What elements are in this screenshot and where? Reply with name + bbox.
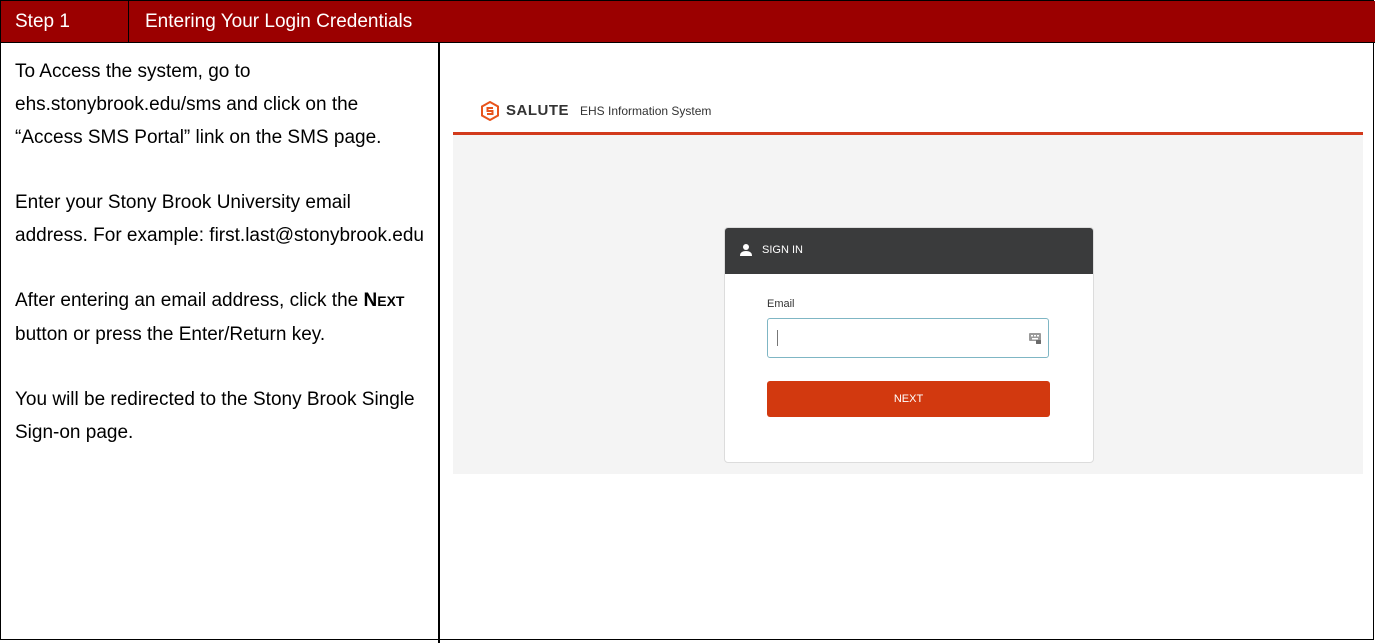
step-title: Entering Your Login Credentials: [145, 11, 413, 32]
signin-header: SIGN IN: [725, 228, 1093, 274]
instruction-access: To Access the system, go to ehs.stonybro…: [15, 61, 382, 148]
instruction-next-pre: After entering an email address, click t…: [15, 290, 364, 311]
column-divider: [438, 43, 440, 643]
next-key-rest: EXT: [377, 293, 405, 309]
instructions-column: To Access the system, go to ehs.stonybro…: [15, 55, 425, 481]
login-screenshot: SALUTE EHS Information System SIGN IN Em…: [453, 89, 1363, 474]
app-topbar: SALUTE EHS Information System: [453, 89, 1363, 135]
instruction-next: After entering an email address, click t…: [15, 284, 425, 351]
step-header: Step 1 Entering Your Login Credentials: [1, 1, 1375, 43]
email-input[interactable]: [767, 318, 1049, 358]
keyboard-icon[interactable]: [1029, 332, 1041, 344]
instruction-email: Enter your Stony Brook University email …: [15, 192, 424, 246]
signin-card: SIGN IN Email NEXT: [724, 227, 1094, 463]
salute-logo-icon: [481, 101, 499, 121]
email-label: Email: [767, 298, 795, 310]
step-number: Step 1: [1, 1, 129, 43]
next-key-label: NEXT: [364, 290, 405, 311]
step-document: Step 1 Entering Your Login Credentials T…: [0, 0, 1375, 643]
next-key-first: N: [363, 290, 378, 311]
brand-subtitle: EHS Information System: [580, 104, 712, 118]
instruction-redirect: You will be redirected to the Stony Broo…: [15, 389, 415, 443]
text-cursor: [777, 330, 778, 346]
instruction-next-post: button or press the Enter/Return key.: [15, 324, 326, 345]
user-icon: [740, 244, 752, 256]
next-button[interactable]: NEXT: [767, 381, 1050, 417]
brand-name: SALUTE: [506, 102, 569, 119]
signin-title: SIGN IN: [762, 244, 803, 256]
